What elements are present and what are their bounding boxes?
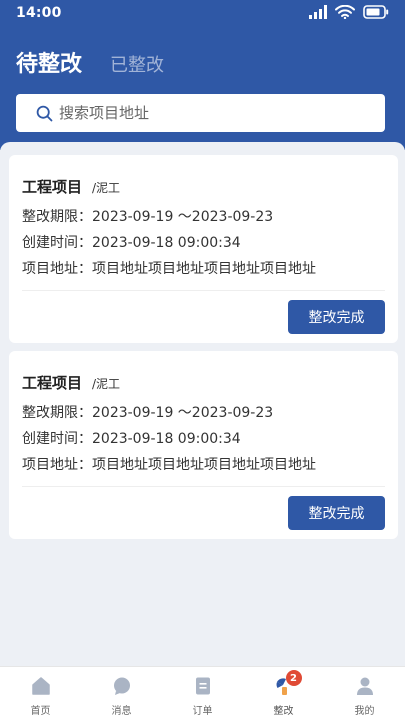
- card-work-type: /泥工: [92, 377, 121, 391]
- nav-label-messages: 消息: [111, 706, 132, 717]
- project-address-row: 项目地址：项目地址项目地址项目地址项目地址: [22, 454, 316, 474]
- app-root: 14:00 待整改 已整改 搜索项目地址 工程项目 /泥工 整改期限：2023-…: [0, 0, 405, 720]
- rectify-period-row: 整改期限：2023-09-19 ～2023-09-23: [22, 206, 273, 226]
- project-card[interactable]: 工程项目 /泥工 整改期限：2023-09-19 ～2023-09-23 创建时…: [9, 351, 398, 539]
- nav-label-rectify: 整改: [273, 706, 294, 717]
- rectify-period-value: 2023-09-19 ～2023-09-23: [92, 405, 274, 421]
- tab-completed[interactable]: 已整改: [110, 51, 164, 77]
- header: 14:00 待整改 已整改 搜索项目地址: [0, 0, 405, 150]
- project-address-label: 项目地址：: [22, 457, 92, 473]
- status-time: 14:00: [16, 5, 62, 21]
- nav-label-profile: 我的: [354, 706, 375, 717]
- nav-label-home: 首页: [30, 706, 51, 717]
- rectify-period-label: 整改期限：: [22, 405, 92, 421]
- signal-icon: [309, 5, 327, 19]
- complete-rectify-button[interactable]: 整改完成: [288, 496, 385, 530]
- message-icon: [113, 677, 130, 695]
- nav-item-profile[interactable]: 我的: [324, 667, 405, 720]
- bottom-nav: 首页 消息 订单 2 整改 我的: [0, 666, 405, 720]
- complete-rectify-button[interactable]: 整改完成: [288, 300, 385, 334]
- created-time-row: 创建时间：2023-09-18 09:00:34: [22, 232, 241, 252]
- created-time-label: 创建时间：: [22, 235, 92, 251]
- search-icon: [36, 105, 53, 121]
- nav-item-home[interactable]: 首页: [0, 667, 81, 720]
- tab-bar: 待整改 已整改: [16, 46, 164, 78]
- created-time-value: 2023-09-18 09:00:34: [92, 431, 241, 447]
- card-divider: [22, 290, 385, 291]
- nav-item-rectify[interactable]: 2 整改: [243, 667, 324, 720]
- home-icon: [31, 677, 50, 695]
- wifi-icon: [335, 5, 355, 19]
- search-input[interactable]: [59, 104, 359, 122]
- rectify-count-badge: 2: [285, 670, 302, 686]
- search-bar[interactable]: [16, 94, 385, 132]
- card-title-row: 工程项目 /泥工: [22, 372, 120, 393]
- rectify-period-label: 整改期限：: [22, 209, 92, 225]
- card-title: 工程项目: [22, 178, 83, 196]
- project-card[interactable]: 工程项目 /泥工 整改期限：2023-09-19 ～2023-09-23 创建时…: [9, 155, 398, 343]
- created-time-value: 2023-09-18 09:00:34: [92, 235, 241, 251]
- card-title-row: 工程项目 /泥工: [22, 176, 120, 197]
- rectify-period-row: 整改期限：2023-09-19 ～2023-09-23: [22, 402, 273, 422]
- card-work-type: /泥工: [92, 181, 121, 195]
- nav-label-orders: 订单: [192, 706, 213, 717]
- project-address-value: 项目地址项目地址项目地址项目地址: [92, 261, 316, 277]
- profile-icon: [356, 677, 373, 695]
- project-address-value: 项目地址项目地址项目地址项目地址: [92, 457, 316, 473]
- status-icons: [309, 5, 389, 19]
- tab-pending[interactable]: 待整改: [16, 46, 82, 78]
- project-address-label: 项目地址：: [22, 261, 92, 277]
- order-icon: [195, 677, 210, 695]
- card-title: 工程项目: [22, 374, 83, 392]
- rectify-period-value: 2023-09-19 ～2023-09-23: [92, 209, 274, 225]
- project-address-row: 项目地址：项目地址项目地址项目地址项目地址: [22, 258, 316, 278]
- nav-item-messages[interactable]: 消息: [81, 667, 162, 720]
- card-divider: [22, 486, 385, 487]
- status-bar: 14:00: [0, 0, 405, 28]
- nav-item-orders[interactable]: 订单: [162, 667, 243, 720]
- created-time-label: 创建时间：: [22, 431, 92, 447]
- battery-icon: [363, 5, 389, 19]
- created-time-row: 创建时间：2023-09-18 09:00:34: [22, 428, 241, 448]
